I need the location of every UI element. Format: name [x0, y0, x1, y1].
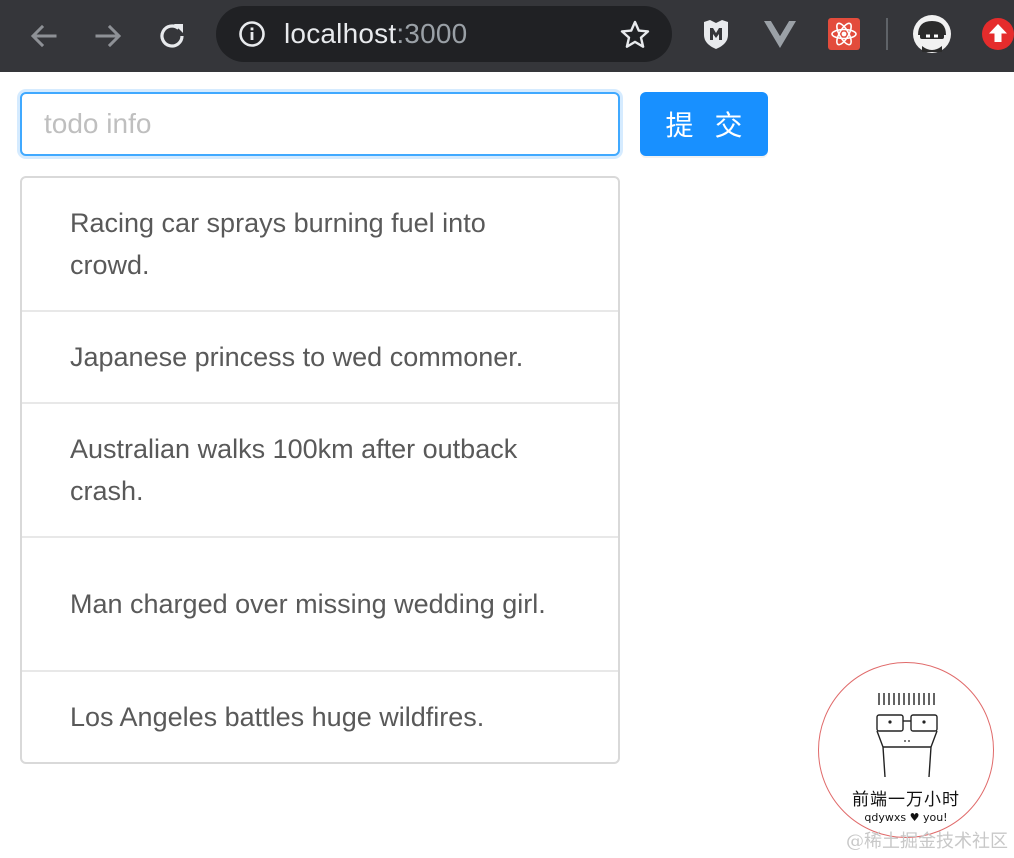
update-arrow-icon	[982, 18, 1014, 50]
vue-devtools-button[interactable]	[760, 14, 800, 54]
url-text[interactable]: localhost:3000	[284, 19, 467, 49]
vue-devtools-icon	[764, 21, 796, 48]
todo-input[interactable]	[20, 92, 620, 156]
todo-text: Japanese princess to wed commoner.	[70, 342, 524, 372]
cartoon-face-icon	[876, 693, 938, 778]
react-devtools-icon	[828, 18, 860, 50]
avatar	[913, 15, 951, 53]
badge-subtitle: qdywxs ♥ you!	[864, 811, 948, 824]
site-watermark: @稀土掘金技术社区	[846, 831, 1008, 852]
update-button[interactable]	[978, 14, 1014, 54]
todo-text: Man charged over missing wedding girl.	[70, 589, 546, 619]
list-item: Japanese princess to wed commoner.	[22, 312, 618, 404]
toolbar-divider	[886, 18, 888, 50]
arrow-right-icon	[95, 24, 122, 48]
url-port: :3000	[396, 18, 468, 49]
shield-extension-icon	[704, 20, 728, 49]
todo-text: Racing car sprays burning fuel into crow…	[70, 208, 486, 280]
watermark-badge: 前端一万小时 qdywxs ♥ you!	[818, 662, 994, 838]
badge-title: 前端一万小时	[852, 790, 960, 810]
star-icon[interactable]	[619, 19, 651, 51]
browser-toolbar: localhost:3000	[0, 0, 1014, 72]
submit-button[interactable]: 提 交	[640, 92, 768, 156]
todo-text: Australian walks 100km after outback cra…	[70, 434, 518, 506]
shield-extension-button[interactable]	[696, 14, 736, 54]
forward-button[interactable]	[88, 16, 128, 56]
info-icon[interactable]	[238, 20, 266, 48]
back-button[interactable]	[24, 16, 64, 56]
react-devtools-button[interactable]	[824, 14, 864, 54]
list-item: Australian walks 100km after outback cra…	[22, 404, 618, 538]
list-item: Los Angeles battles huge wildfires.	[22, 672, 618, 762]
todo-text: Los Angeles battles huge wildfires.	[70, 702, 485, 732]
address-bar[interactable]: localhost:3000	[216, 6, 672, 62]
profile-avatar-button[interactable]	[912, 14, 952, 54]
arrow-left-icon	[30, 24, 57, 48]
todo-list: Racing car sprays burning fuel into crow…	[20, 176, 620, 764]
reload-icon	[160, 24, 184, 48]
list-item: Man charged over missing wedding girl.	[22, 538, 618, 672]
url-host: localhost	[284, 18, 397, 49]
reload-button[interactable]	[152, 16, 192, 56]
list-item: Racing car sprays burning fuel into crow…	[22, 178, 618, 312]
